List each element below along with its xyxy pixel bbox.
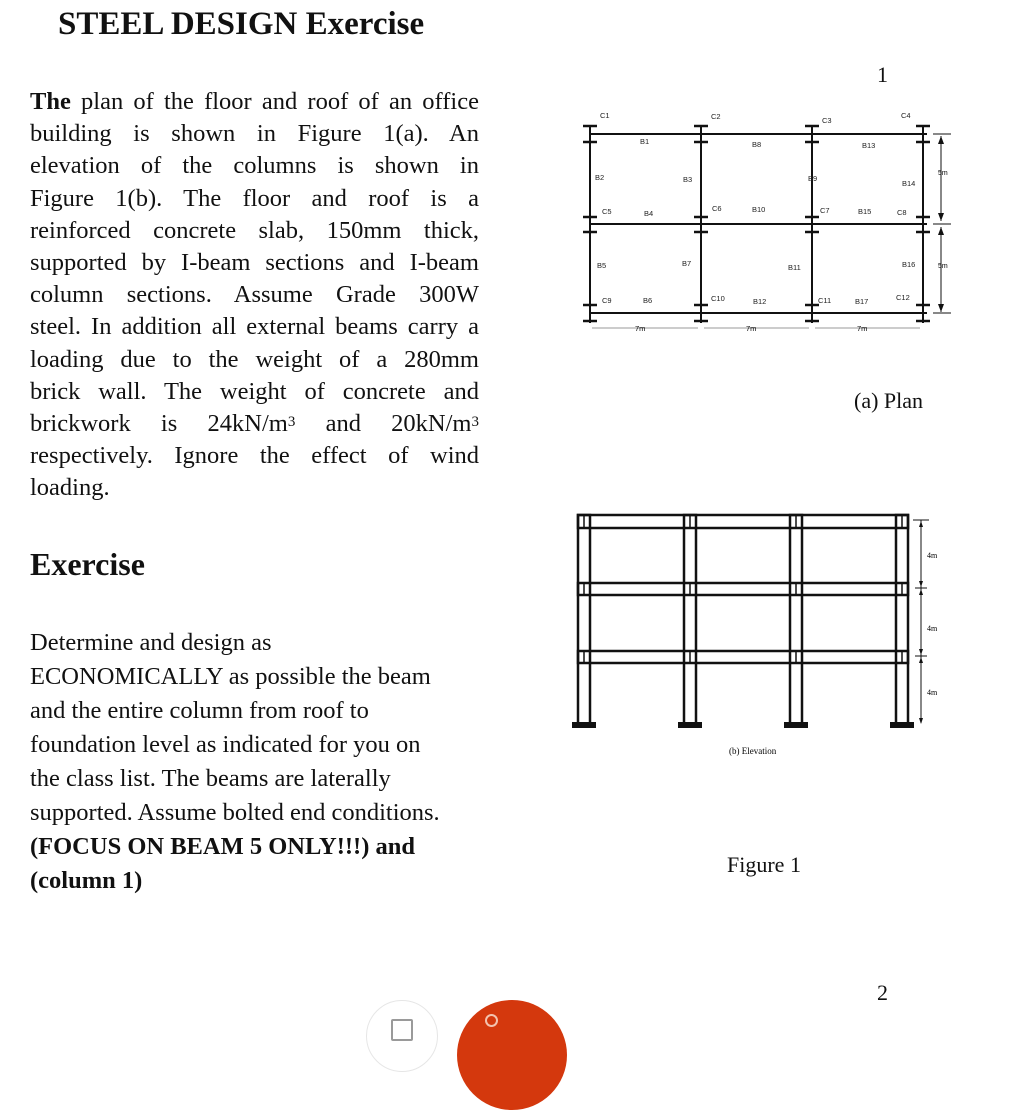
task-line: ECONOMICALLY as possible the beam [30, 663, 431, 690]
beam-label: B11 [788, 263, 801, 272]
document-title: STEEL DESIGN Exercise [58, 6, 425, 42]
column-label: C2 [711, 112, 721, 121]
column-label: C5 [602, 207, 612, 216]
floating-action-button-primary[interactable] [457, 1000, 567, 1110]
intro-line: loading. [30, 474, 110, 502]
column-label: C3 [822, 116, 832, 125]
task-paragraph: Determine and design as ECONOMICALLY as … [30, 626, 490, 898]
column-label: C6 [712, 204, 722, 213]
beam-label: B2 [595, 173, 604, 182]
bay-label: 5m [938, 263, 948, 270]
intro-line: reinforced concrete slab, 150mm thick, [30, 216, 479, 244]
task-line-bold: (FOCUS ON BEAM 5 ONLY!!!) and [30, 833, 415, 860]
intro-line: elevation of the columns is shown in [30, 152, 479, 180]
beam-label: B7 [682, 259, 691, 268]
intro-line: The plan of the floor and roof of an off… [30, 86, 479, 118]
column-label: C9 [602, 296, 612, 305]
storey-height-label: 4m [927, 624, 938, 633]
column [894, 513, 910, 726]
task-line: foundation level as indicated for you on [30, 731, 421, 758]
page-number-top: 1 [877, 62, 888, 87]
span-label: 7m [857, 324, 867, 333]
task-line: the class list. The beams are laterally [30, 765, 391, 792]
storey-height-label: 4m [927, 551, 938, 560]
task-line: Determine and design as [30, 629, 272, 656]
span-label: 7m [635, 324, 645, 333]
beam-label: B14 [902, 179, 915, 188]
beam-label: B4 [644, 209, 653, 218]
beam-label: B13 [862, 141, 875, 150]
beam-label: B8 [752, 140, 761, 149]
beam-label: B9 [808, 174, 817, 183]
column [788, 513, 804, 726]
floor-beam [576, 581, 910, 597]
beam-label: B3 [683, 175, 692, 184]
intro-line: building is shown in Figure 1(a). An [30, 120, 479, 148]
beam-label: B12 [753, 297, 766, 306]
beam-label: B1 [640, 137, 649, 146]
floating-action-button[interactable] [366, 1000, 438, 1072]
exercise-heading: Exercise [30, 546, 145, 582]
beam-label: B6 [643, 296, 652, 305]
intro-paragraph: The plan of the floor and roof of an off… [30, 86, 479, 504]
beam-label: B10 [752, 205, 765, 214]
line-text: and 20kN/m [295, 409, 472, 437]
intro-line: steel. In addition all external beams ca… [30, 313, 479, 341]
intro-line: brick wall. The weight of concrete and [30, 377, 479, 405]
intro-line: respectively. Ignore the effect of wind [30, 442, 479, 470]
column-base-plate [890, 722, 914, 728]
span-label: 7m [746, 324, 756, 333]
bay-label: 5m [938, 170, 948, 177]
action-icon [485, 1014, 498, 1027]
beam-label: B16 [902, 260, 915, 269]
column-base-plate [784, 722, 808, 728]
column-label: C4 [901, 111, 911, 120]
floor-beam [576, 513, 910, 530]
column-base-plate [572, 722, 596, 728]
column-label: C10 [711, 294, 725, 303]
beam-label: B15 [858, 207, 871, 216]
bold-word: The [30, 88, 71, 115]
column-label: C7 [820, 206, 830, 215]
intro-line: column sections. Assume Grade 300W [30, 281, 479, 309]
beam-label: B5 [597, 261, 606, 270]
superscript: 3 [471, 413, 480, 430]
column [682, 513, 698, 726]
column-label: C12 [896, 293, 910, 302]
figure-caption: Figure 1 [727, 852, 801, 877]
floor-beam [576, 649, 910, 665]
storey-height-label: 4m [927, 688, 938, 697]
intro-line: loading due to the weight of a 280mm [30, 345, 479, 373]
column [576, 513, 592, 726]
intro-line: Figure 1(b). The floor and roof is a [30, 184, 479, 212]
line-text: plan of the floor and roof of an office [70, 88, 479, 115]
task-line: and the entire column from roof to [30, 697, 369, 724]
column-label: C8 [897, 208, 907, 217]
beam-label: B17 [855, 297, 868, 306]
plan-caption: (a) Plan [854, 388, 924, 413]
intro-line: supported by I-beam sections and I-beam [30, 248, 479, 276]
column-label: C11 [818, 296, 831, 305]
column-label: C1 [600, 111, 610, 120]
plan-figure: C1 C2 C3 C4 C5 C6 C7 C8 C9 C10 C11 C12 B1 B8 B13 B2 B3 B1… [583, 111, 951, 333]
elevation-caption: (b) Elevation [729, 746, 777, 756]
task-line-bold: (column 1) [30, 867, 143, 894]
intro-line: brickwork is 24kN/m3 and 20kN/m3 [30, 408, 479, 440]
line-text: brickwork is 24kN/m [30, 409, 288, 437]
column-base-plate [678, 722, 702, 728]
page-number-bottom: 2 [877, 980, 888, 1005]
task-line: supported. Assume bolted end conditions. [30, 799, 440, 826]
elevation-figure: 4m 4m 4m (b) Elevation [572, 513, 938, 756]
superscript: 3 [287, 413, 296, 430]
square-icon [391, 1019, 413, 1041]
